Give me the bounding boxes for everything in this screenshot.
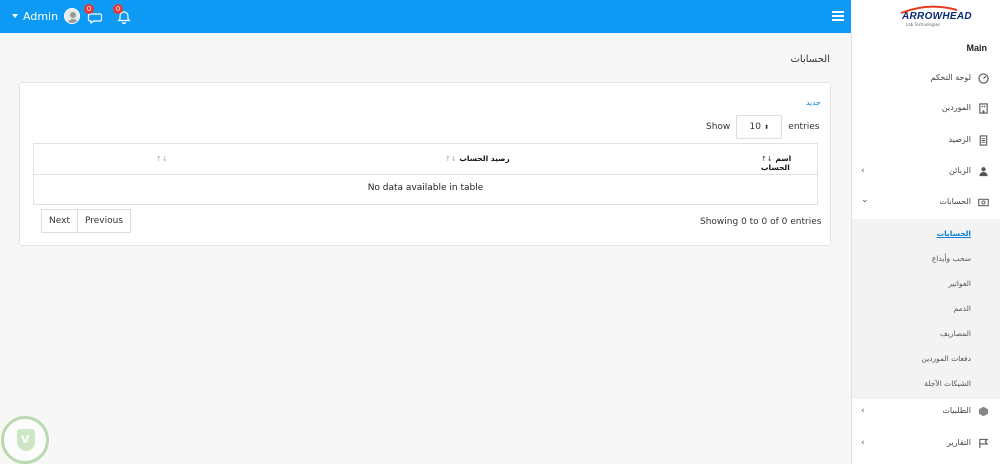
accounts-icon [978,198,989,207]
sidebar-item-orders[interactable]: ‹ الطلبيات [852,400,1000,424]
sidebar-item-label: الطلبيات [942,406,971,415]
orders-icon [978,406,989,417]
sidebar-item-label: الموردين [941,103,971,112]
messages-button[interactable]: 0 [84,4,103,25]
page-length-control: Show 10 ⬍ entries [706,115,820,139]
chevron-left-icon: ‹ [861,406,865,416]
column-header-actions[interactable]: ↑↓ [156,154,168,163]
page-size-select[interactable]: 10 ⬍ [736,115,783,139]
accounts-table: ↑↓ اسم الحساب ↑↓ رصيد الحساب ↑↓ No data … [33,143,818,205]
sort-icon: ↑↓ [156,155,168,163]
customer-icon [979,167,988,177]
sidebar-item-label: الرصيد [948,135,971,144]
notifications-button[interactable]: 0 [113,4,132,25]
submenu-item-supplier-payments[interactable]: دفعات الموردين [921,354,971,363]
sidebar-item-label: الزبائن [948,166,971,175]
page-title: الحسابات [790,54,831,65]
user-name: Admin [23,9,59,23]
brand-logo[interactable]: ARROWHEAD Lab Technologies [851,0,1000,33]
table-empty-message: No data available in table [367,183,484,193]
chevron-left-icon: ‹ [861,166,865,176]
flag-icon [979,438,989,449]
accounts-card: جديد Show 10 ⬍ entries ↑↓ اسم الحساب ↑↓ … [19,82,831,246]
entries-label: entries [788,122,820,132]
new-account-link[interactable]: جديد [806,98,821,107]
submenu-item-receivables[interactable]: الذمم [954,304,971,313]
submenu-item-invoices[interactable]: الفواتير [948,279,971,288]
page-size-value: 10 [749,122,761,132]
sidebar-item-label: لوحة التحكم [930,73,971,82]
previous-button[interactable]: Previous [77,209,132,233]
caret-down-icon [12,14,18,18]
chevron-left-icon: ‹ [861,438,865,448]
sidebar-item-label: التقارير [946,438,971,447]
submenu-item-withdraw-deposit[interactable]: سحب وأيداع [932,254,971,263]
menu-toggle-icon[interactable] [832,11,844,21]
notifications-badge: 0 [113,4,123,14]
logo-subtitle: Lab Technologies [906,22,941,27]
top-navbar: Admin 0 0 ARROWHEAD Lab Technologies [0,0,1000,33]
sidebar: Main لوحة التحكم الموردين الرصيد ‹ الزبا… [851,33,1000,464]
user-menu[interactable]: Admin [12,8,81,24]
avatar [64,8,81,24]
select-arrows-icon: ⬍ [764,123,770,131]
sidebar-item-suppliers[interactable]: الموردين [852,97,1000,121]
sidebar-item-dashboard[interactable]: لوحة التحكم [852,67,1000,91]
submenu-item-expenses[interactable]: المصاريف [940,329,971,338]
show-label: Show [706,122,731,132]
sidebar-item-label: الحسابات [939,197,971,206]
column-header-account-name[interactable]: ↑↓ اسم الحساب [761,154,817,172]
table-header: ↑↓ اسم الحساب ↑↓ رصيد الحساب ↑↓ [34,144,817,175]
submenu-item-deferred-checks[interactable]: الشيكات الآجلة [924,379,971,388]
sidebar-item-customers[interactable]: ‹ الزبائن [852,160,1000,184]
sidebar-item-balance[interactable]: الرصيد [852,129,1000,153]
sidebar-item-accounts[interactable]: ⌄ الحسابات [852,191,1000,215]
messages-badge: 0 [84,4,94,14]
logo-text: ARROWHEAD [902,11,972,22]
sort-icon: ↑↓ [445,155,457,163]
accounts-submenu: الحسابات سحب وأيداع الفواتير الذمم المصا… [852,219,1000,399]
column-header-account-balance[interactable]: ↑↓ رصيد الحساب [445,154,510,163]
next-button[interactable]: Next [41,209,78,233]
sort-icon: ↑↓ [761,155,773,163]
balance-icon [979,135,988,146]
submenu-item-accounts[interactable]: الحسابات [937,229,971,238]
sidebar-item-reports[interactable]: ‹ التقارير [852,432,1000,456]
watermark-logo: V [1,416,49,464]
pagination: Next Previous [41,209,132,233]
table-info: Showing 0 to 0 of 0 entries [700,217,822,227]
suppliers-icon [979,103,988,114]
dashboard-icon [978,73,989,84]
chevron-down-icon: ⌄ [861,195,869,205]
sidebar-section-label: Main [966,43,987,53]
